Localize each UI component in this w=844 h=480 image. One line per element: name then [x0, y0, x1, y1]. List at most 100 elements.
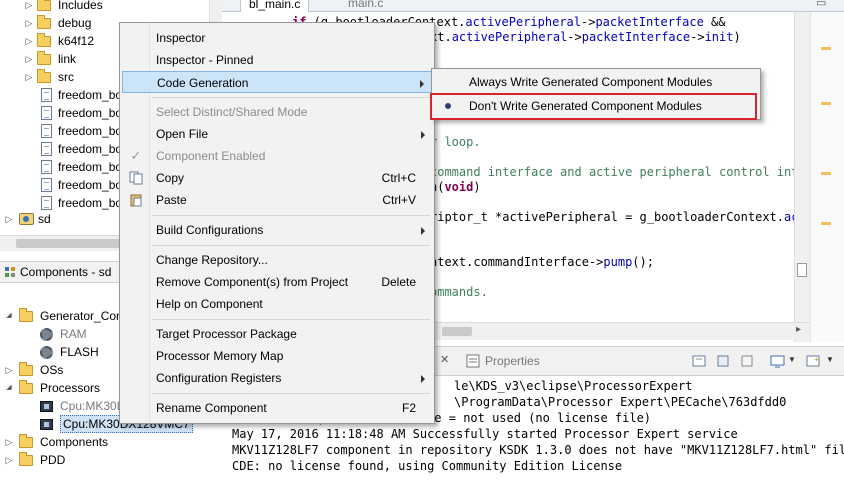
menu-item-processor-memory-map[interactable]: Processor Memory Map — [122, 345, 432, 367]
ruler-marker[interactable] — [821, 47, 831, 50]
components-view-title[interactable]: Components - sd — [20, 265, 111, 279]
menu-item-build-configurations[interactable]: Build Configurations — [122, 219, 432, 241]
folder-shape — [37, 32, 51, 47]
menu-item-target-processor-package[interactable]: Target Processor Package — [122, 323, 432, 345]
clear-console-icon[interactable] — [692, 354, 708, 368]
file-shape — [40, 124, 52, 138]
open-console-icon[interactable]: + — [806, 354, 822, 368]
file-shape — [40, 106, 52, 120]
menu-item-label: Inspector - Pinned — [156, 53, 254, 67]
close-tab-icon[interactable]: ✕ — [440, 353, 449, 366]
submenu-item-always-write-generated-component-modules[interactable]: Always Write Generated Component Modules — [434, 71, 758, 93]
editor-maximize-icon[interactable]: ▭ — [816, 0, 826, 9]
ruler-marker[interactable] — [821, 172, 831, 175]
component-label: PDD — [40, 453, 66, 467]
menu-item-open-file[interactable]: Open File — [122, 123, 432, 145]
menu-item-label: Rename Component — [156, 401, 267, 415]
tab-bl-main-c[interactable]: bl_main.c — [240, 0, 310, 12]
project-label: sd — [38, 212, 51, 226]
menu-item-label: Paste — [156, 193, 187, 207]
menu-item-help-on-component[interactable]: Help on Component — [122, 293, 432, 315]
tree-item-label: freedom_bo — [58, 142, 123, 156]
menu-item-label: Configuration Registers — [156, 371, 282, 385]
expand-arrow-icon[interactable]: ▷ — [4, 361, 14, 379]
menu-item-label: Build Configurations — [156, 223, 264, 237]
submenu-item-label: Always Write Generated Component Modules — [469, 75, 713, 89]
component-label: FLASH — [60, 345, 99, 359]
code-token: packetInterface — [581, 30, 691, 44]
editor-hscroll-thumb[interactable] — [442, 327, 472, 336]
highlight-annotation-box — [430, 93, 757, 120]
expand-arrow-icon[interactable]: ◢ — [4, 307, 14, 325]
ruler-marker[interactable] — [821, 222, 831, 225]
expand-arrow-icon[interactable]: ◢ — [4, 379, 14, 397]
gear-shape — [39, 327, 53, 341]
folder-icon — [36, 0, 52, 14]
tree-item-label: freedom_bo — [58, 160, 123, 174]
expand-arrow-icon[interactable]: ▷ — [4, 451, 14, 469]
display-console-icon[interactable] — [770, 354, 786, 368]
expand-arrow-icon[interactable]: ▷ — [24, 14, 34, 32]
scroll-lock-icon[interactable] — [716, 354, 732, 368]
tree-item-label: freedom_bo — [58, 124, 123, 138]
tree-item-label: Includes — [58, 0, 103, 12]
code-token: init — [704, 30, 734, 44]
menu-item-paste[interactable]: Paste Ctrl+V — [122, 189, 432, 211]
scroll-right-icon[interactable]: ▸ — [796, 324, 801, 335]
code-token: command interface and active peripheral … — [430, 165, 799, 179]
components-view-icon — [4, 266, 16, 281]
check-icon: ✓ — [130, 148, 142, 163]
menu-item-label: Copy — [156, 171, 185, 185]
folder-icon — [18, 361, 34, 379]
console-line: \ProgramData\Processor Expert\PECache\76… — [454, 395, 787, 409]
menu-item-copy[interactable]: Copy Ctrl+C — [122, 167, 432, 189]
component-label: Components — [40, 435, 109, 449]
file-shape — [40, 196, 52, 210]
menu-item-label: Change Repository... — [156, 253, 268, 267]
menu-item-rename-component[interactable]: Rename Component F2 — [122, 397, 432, 419]
expand-arrow-icon[interactable]: ▷ — [24, 50, 34, 68]
component-tree-item[interactable]: ▷ PDD — [0, 451, 222, 469]
expand-arrow-icon[interactable]: ▷ — [4, 433, 14, 451]
menu-item-remove-component-s-from-project[interactable]: Remove Component(s) from Project Delete — [122, 271, 432, 293]
chevron-down-icon[interactable]: ▼ — [826, 355, 834, 364]
menu-item-inspector-pinned[interactable]: Inspector - Pinned — [122, 49, 432, 71]
menu-item-configuration-registers[interactable]: Configuration Registers — [122, 367, 432, 389]
tab-properties[interactable]: Properties — [485, 354, 540, 368]
expand-arrow-icon[interactable]: ▷ — [24, 68, 34, 86]
svg-text:+: + — [814, 355, 819, 364]
component-label: Cpu:MK30D — [60, 399, 126, 413]
ruler-marker[interactable] — [821, 102, 831, 105]
editor-vscrollbar[interactable] — [794, 12, 810, 342]
word-wrap-icon[interactable] — [740, 354, 756, 368]
menu-item-component-enabled: ✓ Component Enabled — [122, 145, 432, 167]
file-shape — [40, 88, 52, 102]
menu-item-label: Inspector — [156, 31, 206, 45]
gear-shape — [39, 345, 53, 359]
console-line: May 17, 2016 11:18:48 AM Successfully st… — [232, 427, 738, 441]
component-tree-item[interactable]: ▷ Components — [0, 433, 222, 451]
code-token: activePeripheral — [451, 30, 568, 44]
menu-item-inspector[interactable]: Inspector — [122, 27, 432, 49]
expand-arrow-icon[interactable]: ▷ — [24, 0, 34, 14]
proj-shape — [18, 213, 34, 225]
code-token: void — [444, 180, 474, 194]
file-icon — [38, 122, 54, 140]
paste-icon — [128, 192, 144, 208]
folder-shape — [37, 14, 51, 29]
tab-main-c[interactable]: main.c — [340, 0, 391, 12]
folder-shape — [37, 0, 51, 11]
expand-arrow-icon[interactable]: ▷ — [4, 210, 14, 228]
chevron-down-icon[interactable]: ▼ — [788, 355, 796, 364]
context-menu: Inspector Inspector - Pinned Code Generati… — [119, 22, 435, 424]
component-label: RAM — [60, 327, 87, 341]
menu-item-code-generation[interactable]: Code Generation — [122, 71, 432, 93]
menu-item-label: Code Generation — [157, 76, 249, 90]
menu-item-change-repository[interactable]: Change Repository... — [122, 249, 432, 271]
chip-shape — [39, 418, 53, 430]
tree-item[interactable]: ▷ Includes — [0, 0, 209, 14]
editor-vscroll-thumb[interactable] — [797, 263, 807, 277]
folder-icon — [36, 68, 52, 86]
expand-arrow-icon[interactable]: ▷ — [24, 32, 34, 50]
code-token: packetInterface — [595, 15, 704, 29]
